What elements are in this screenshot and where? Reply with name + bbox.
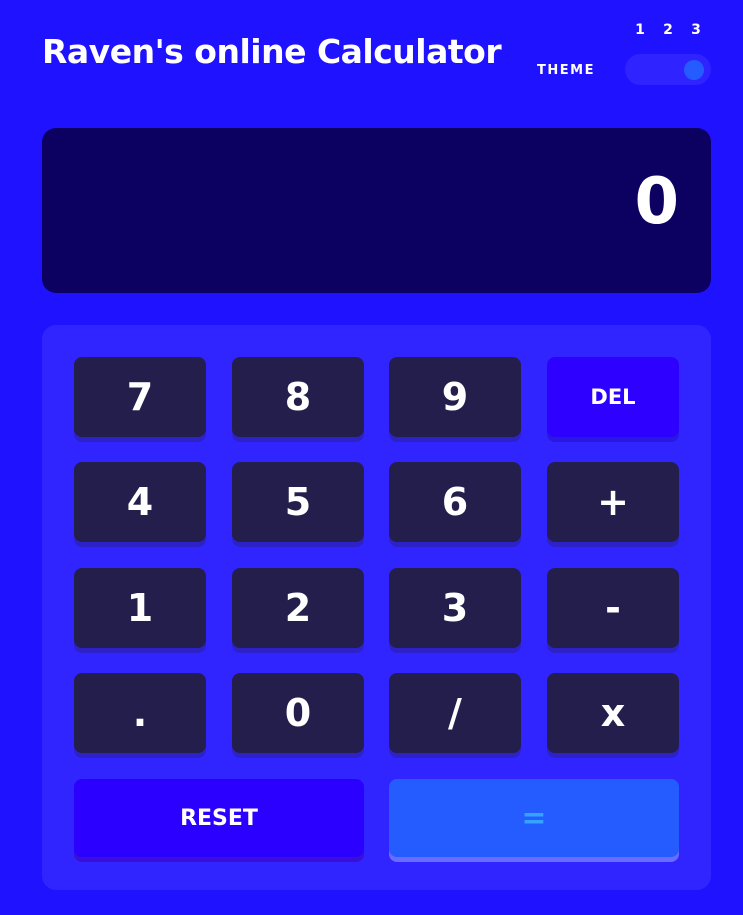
equals-button[interactable]: = <box>389 779 679 857</box>
key-5[interactable]: 5 <box>232 462 364 542</box>
toggle-knob[interactable] <box>684 60 704 80</box>
theme-label: THEME <box>537 63 595 78</box>
minus-button[interactable]: - <box>547 568 679 648</box>
page-title: Raven's online Calculator <box>42 32 502 71</box>
keypad: 7 8 9 DEL 4 5 6 + 1 2 3 - . 0 / x RESET … <box>42 325 711 890</box>
theme-option-3[interactable]: 3 <box>691 22 701 38</box>
divide-button[interactable]: / <box>389 673 521 753</box>
key-0[interactable]: 0 <box>232 673 364 753</box>
theme-toggle[interactable] <box>625 54 711 85</box>
key-3[interactable]: 3 <box>389 568 521 648</box>
key-4[interactable]: 4 <box>74 462 206 542</box>
key-1[interactable]: 1 <box>74 568 206 648</box>
key-6[interactable]: 6 <box>389 462 521 542</box>
delete-button[interactable]: DEL <box>547 357 679 437</box>
key-8[interactable]: 8 <box>232 357 364 437</box>
theme-option-2[interactable]: 2 <box>663 22 673 38</box>
calculator-app: Raven's online Calculator 1 2 3 THEME 0 … <box>0 0 743 915</box>
plus-button[interactable]: + <box>547 462 679 542</box>
key-9[interactable]: 9 <box>389 357 521 437</box>
theme-options: 1 2 3 <box>626 22 710 38</box>
display-screen: 0 <box>42 128 711 293</box>
reset-button[interactable]: RESET <box>74 779 364 857</box>
theme-option-1[interactable]: 1 <box>635 22 645 38</box>
key-2[interactable]: 2 <box>232 568 364 648</box>
decimal-button[interactable]: . <box>74 673 206 753</box>
key-7[interactable]: 7 <box>74 357 206 437</box>
display-value: 0 <box>634 165 679 239</box>
multiply-button[interactable]: x <box>547 673 679 753</box>
